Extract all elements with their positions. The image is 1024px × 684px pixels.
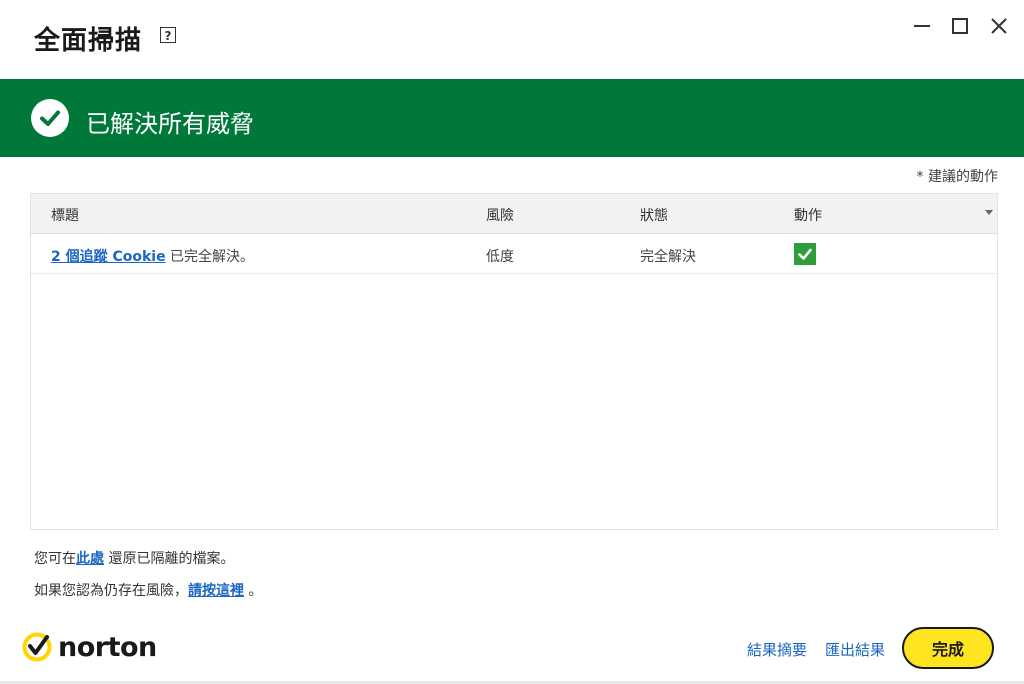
risk-note-prefix: 如果您認為仍存在風險， <box>34 583 188 599</box>
row-risk: 低度 <box>486 249 514 265</box>
chevron-down-icon[interactable] <box>985 210 993 215</box>
results-table: 標題 風險 狀態 動作 2 個追蹤 Cookie 已完全解決。 低度 完全解決 <box>30 193 998 530</box>
maximize-icon[interactable] <box>946 12 974 40</box>
tracking-cookie-link[interactable]: 2 個追蹤 Cookie <box>51 249 166 265</box>
help-icon[interactable]: ? <box>160 27 176 43</box>
row-title-suffix: 已完全解決。 <box>165 249 255 265</box>
click-here-link[interactable]: 請按這裡 <box>188 583 244 599</box>
minimize-icon[interactable] <box>908 12 936 40</box>
restore-note: 您可在此處 還原已隔離的檔案。 <box>34 548 234 568</box>
export-results-link[interactable]: 匯出結果 <box>825 639 885 660</box>
row-status: 完全解決 <box>640 249 696 265</box>
check-circle-icon <box>31 99 69 137</box>
column-header-action[interactable]: 動作 <box>794 205 822 225</box>
norton-check-icon <box>22 632 52 662</box>
row-title: 2 個追蹤 Cookie 已完全解決。 <box>51 246 254 266</box>
restore-here-link[interactable]: 此處 <box>76 551 104 567</box>
table-header[interactable]: 標題 風險 狀態 動作 <box>31 194 997 234</box>
column-header-status[interactable]: 狀態 <box>640 205 668 225</box>
restore-note-prefix: 您可在 <box>34 551 76 567</box>
column-header-title[interactable]: 標題 <box>51 205 79 225</box>
column-header-risk[interactable]: 風險 <box>486 205 514 225</box>
title-bar: 全面掃描 ? <box>0 0 1024 78</box>
window-title: 全面掃描 <box>34 26 143 56</box>
risk-note: 如果您認為仍存在風險，請按這裡 。 <box>34 580 262 600</box>
brand-name: norton <box>58 631 157 663</box>
done-button[interactable]: 完成 <box>902 627 994 669</box>
checkbox-checked-icon[interactable] <box>794 243 816 265</box>
recommended-action-note: * 建議的動作 <box>916 169 998 185</box>
restore-note-suffix: 還原已隔離的檔案。 <box>108 551 235 567</box>
risk-note-suffix: 。 <box>248 583 263 599</box>
close-icon[interactable] <box>985 12 1013 40</box>
table-row: 2 個追蹤 Cookie 已完全解決。 低度 完全解決 <box>31 234 997 274</box>
norton-logo: norton <box>22 630 157 664</box>
banner-text: 已解決所有威脅 <box>86 110 254 138</box>
results-summary-link[interactable]: 結果摘要 <box>747 639 807 660</box>
